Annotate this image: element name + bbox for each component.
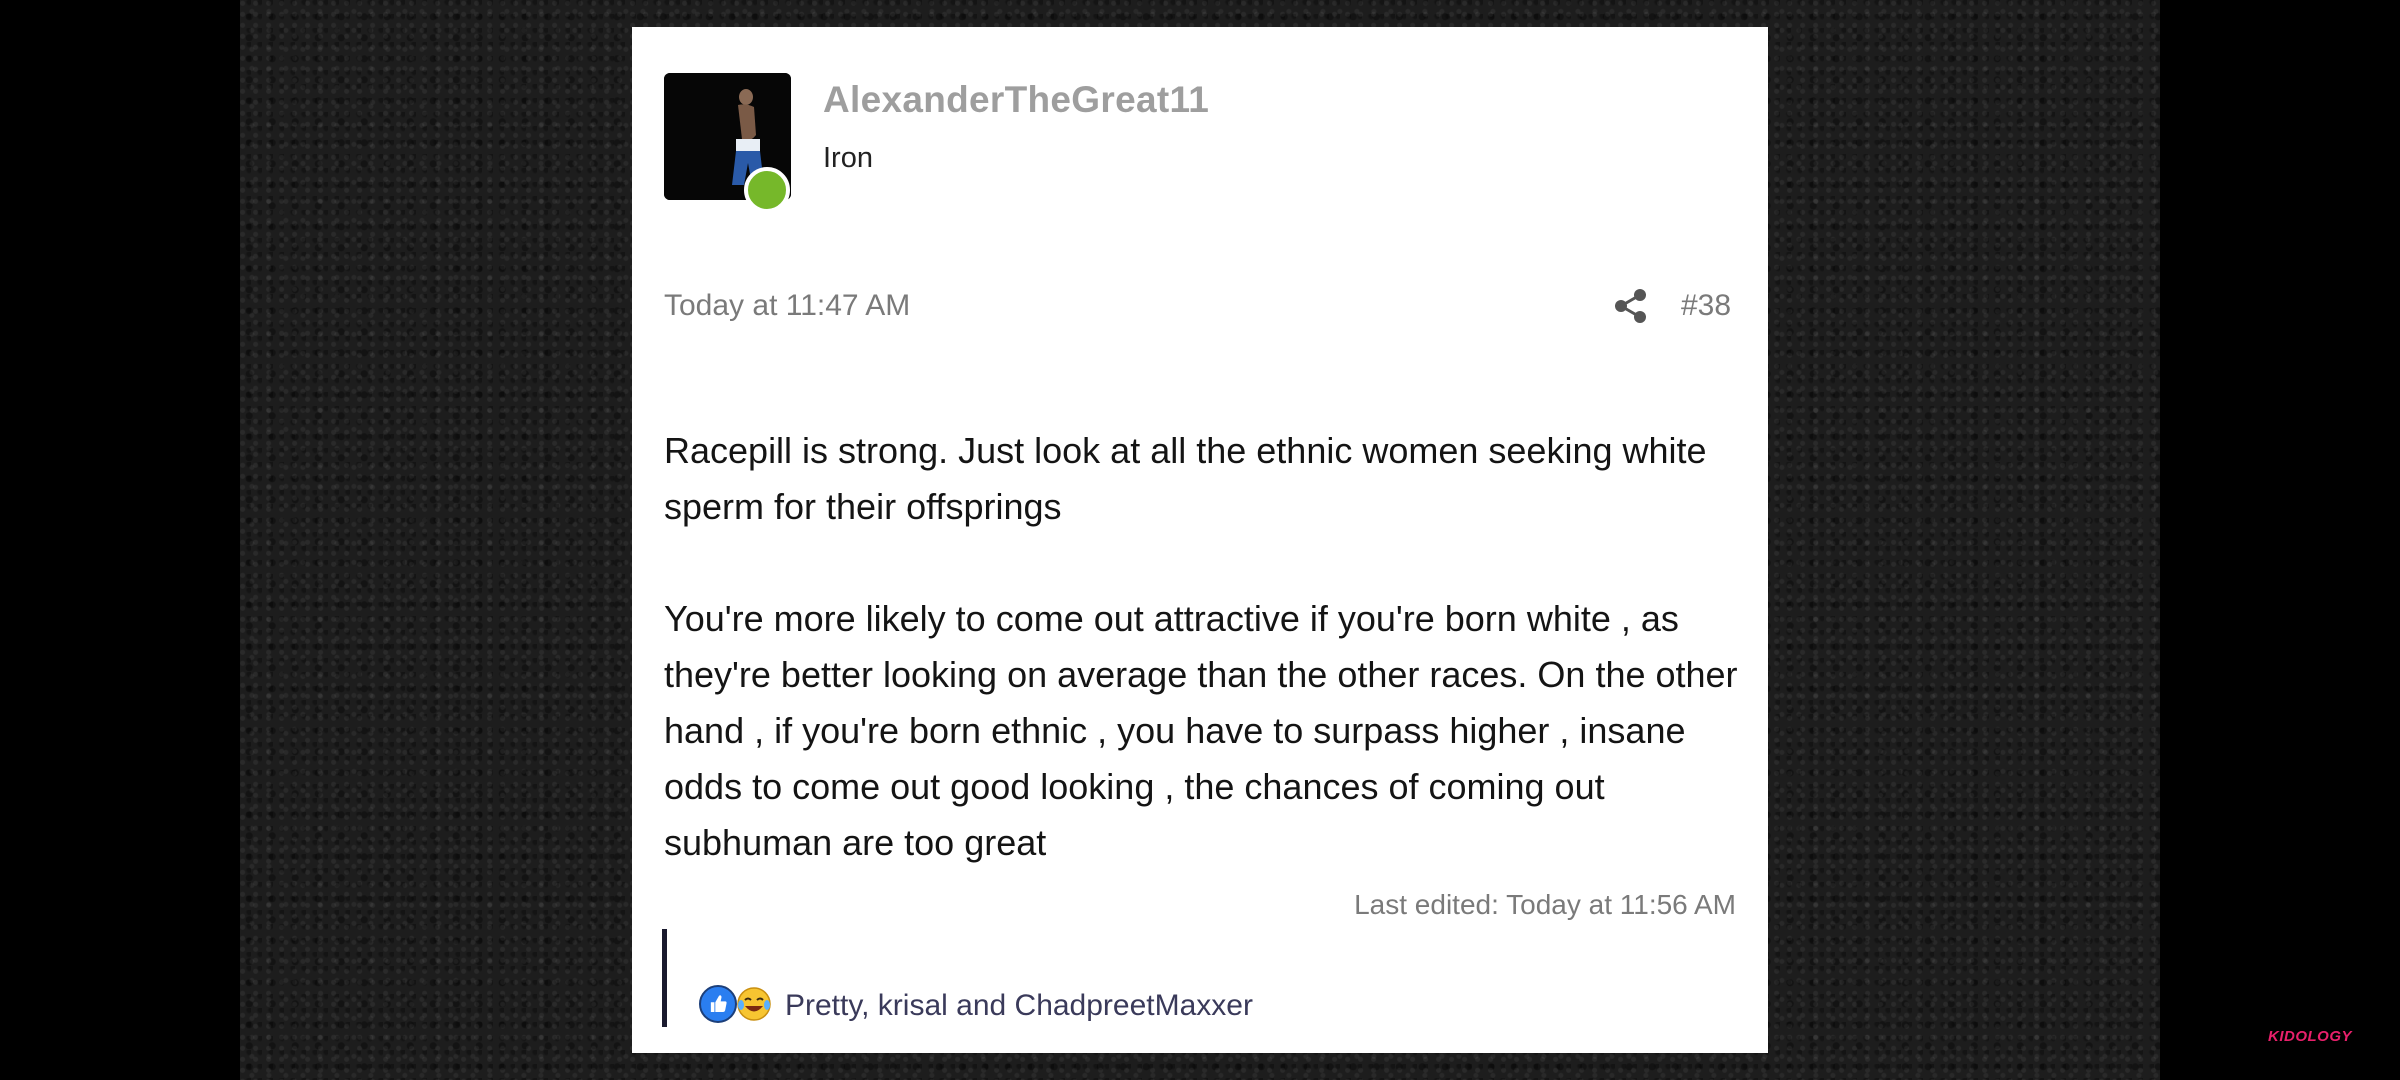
post-timestamp[interactable]: Today at 11:47 AM: [664, 289, 910, 323]
reactions-users-link[interactable]: Pretty, krisal and ChadpreetMaxxer: [785, 989, 1253, 1023]
post-author-title: Iron: [823, 142, 873, 174]
online-status-indicator: [744, 167, 790, 213]
forum-post: AlexanderTheGreat11 Iron Today at 11:47 …: [632, 27, 1768, 1053]
post-paragraph: You're more likely to come out attractiv…: [664, 598, 1738, 863]
user-avatar[interactable]: [664, 73, 791, 213]
last-edited-note: Last edited: Today at 11:56 AM: [1354, 889, 1736, 920]
post-permalink-number[interactable]: #38: [1681, 289, 1731, 323]
share-icon[interactable]: [1614, 288, 1648, 324]
post-author-username[interactable]: AlexanderTheGreat11: [823, 79, 1209, 121]
channel-watermark: KIDOLOGY: [2268, 1028, 2353, 1045]
post-message-body: Racepill is strong. Just look at all the…: [664, 423, 1749, 927]
like-icon[interactable]: [699, 985, 737, 1023]
laughing-emoji-icon[interactable]: [735, 985, 773, 1023]
reactions-bar: Pretty, krisal and ChadpreetMaxxer: [662, 929, 1467, 1027]
post-paragraph: Racepill is strong. Just look at all the…: [664, 430, 1707, 527]
